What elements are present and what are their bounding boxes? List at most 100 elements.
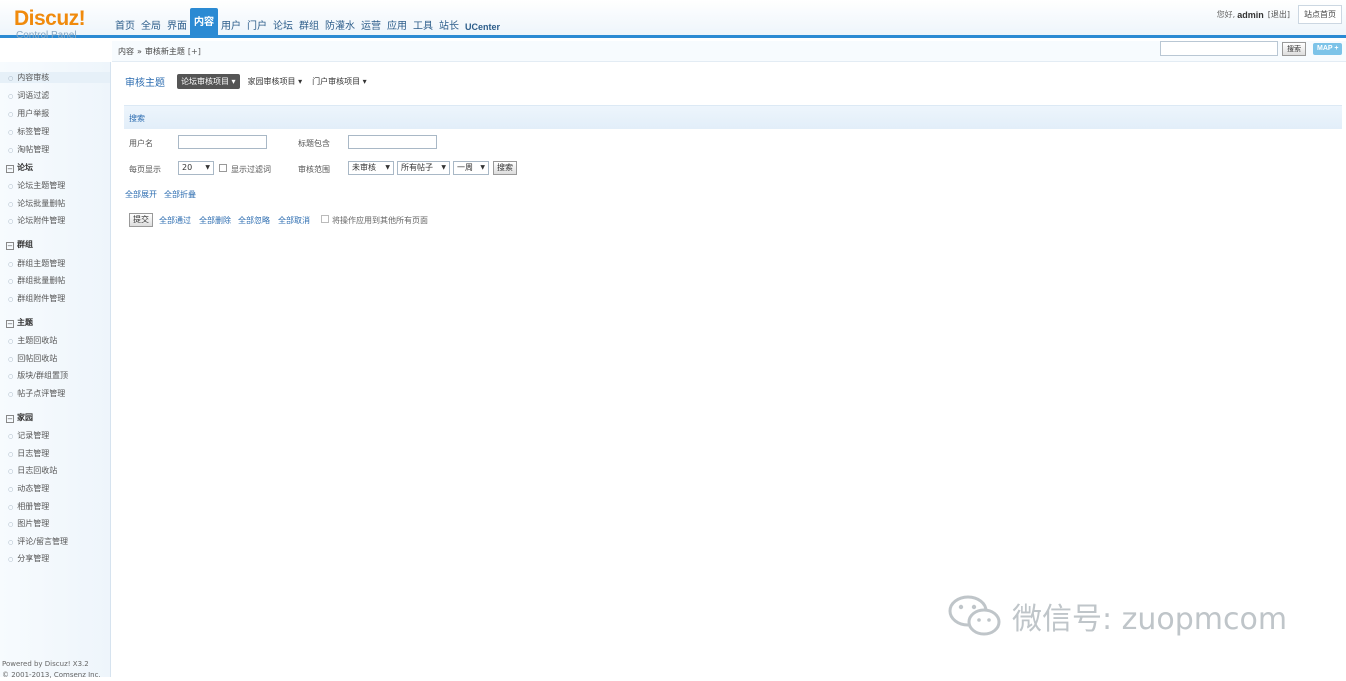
nav-home[interactable]: 首页 [112,16,138,38]
sidebar-group-thread[interactable]: − 主题 [6,317,33,328]
audit-range-label: 审核范围 [298,165,330,174]
time-range-value: 一周 [457,163,473,172]
nav-ucenter[interactable]: UCenter [462,16,503,38]
nav-tools[interactable]: 工具 [410,16,436,38]
expand-all-link[interactable]: 全部展开 [125,189,157,200]
nav-user[interactable]: 用户 [218,16,244,38]
username-input[interactable] [178,135,267,149]
logo-subtitle: Control Panel [16,30,77,41]
nav-antispam[interactable]: 防灌水 [322,16,358,38]
username-label: 用户名 [129,139,153,148]
page-title: 审核主题 [125,78,165,89]
post-type-select[interactable]: 所有帖子 ▼ [397,161,450,175]
tab-home-moderation[interactable]: 家园审核项目 ▾ [248,76,303,87]
apply-all-pages-label: 将操作应用到其他所有页面 [332,216,428,225]
top-nav: 首页 全局 界面 内容 用户 门户 论坛 群组 防灌水 运营 应用 工具 站长 … [112,8,503,38]
sidebar-item-share[interactable]: 分享管理 [8,553,49,564]
show-filtered-label: 显示过滤词 [231,165,271,174]
show-filtered-checkbox[interactable] [219,164,227,172]
collapse-all-link[interactable]: 全部折叠 [164,189,196,200]
site-home-button[interactable]: 站点首页 [1298,5,1342,24]
sidebar-item-thread-recyclebin[interactable]: 主题回收站 [8,335,57,346]
sidebar-item-group-threads[interactable]: 群组主题管理 [8,258,65,269]
status-value: 未审核 [352,163,376,172]
nav-plugin[interactable]: 应用 [384,16,410,38]
approve-all-link[interactable]: 全部通过 [159,215,191,226]
sub-header: 内容» 审核新主题 [+] 搜索 MAP + [112,41,1346,62]
footer: Powered by Discuz! X3.2 © 2001-2013, Com… [2,659,101,681]
sidebar-group-title: 群组 [17,240,33,249]
sidebar-item-forum-prune[interactable]: 论坛批量删帖 [8,198,65,209]
collapse-icon[interactable]: − [6,242,14,250]
sidebar-group-group[interactable]: − 群组 [6,239,33,250]
collapse-icon[interactable]: − [6,415,14,423]
collapse-icon[interactable]: − [6,320,14,328]
sidebar-item-forum-attachments[interactable]: 论坛附件管理 [8,215,65,226]
nav-content[interactable]: 内容 [190,8,218,38]
breadcrumb: 内容» 审核新主题 [+] [118,46,201,57]
sidebar-group-title: 论坛 [17,163,33,172]
nav-group[interactable]: 群组 [296,16,322,38]
title-contains-label: 标题包含 [298,139,330,148]
sidebar-item-reply-recyclebin[interactable]: 回帖回收站 [8,353,57,364]
nav-forum[interactable]: 论坛 [270,16,296,38]
nav-operation[interactable]: 运营 [358,16,384,38]
apply-all-pages-checkbox[interactable] [321,215,329,223]
submit-button[interactable]: 提交 [129,213,153,227]
sidebar-item-censor[interactable]: 词语过滤 [8,90,49,101]
sidebar-item-blog[interactable]: 日志管理 [8,448,49,459]
username: admin [1237,9,1264,20]
sidebar-item-feed[interactable]: 动态管理 [8,483,49,494]
breadcrumb-current: 审核新主题 [144,47,185,56]
footer-copyright: © 2001-2013, Comsenz Inc. [2,671,101,679]
search-button[interactable]: 搜索 [493,161,517,175]
status-select[interactable]: 未审核 ▼ [348,161,394,175]
post-type-value: 所有帖子 [401,163,433,172]
breadcrumb-root[interactable]: 内容 [118,47,134,56]
sidebar-item-doing[interactable]: 记录管理 [8,430,49,441]
nav-global[interactable]: 全局 [138,16,164,38]
tab-portal-moderation[interactable]: 门户审核项目 ▾ [312,76,367,87]
nav-portal[interactable]: 门户 [244,16,270,38]
user-bar: 您好, admin [退出] 站点首页 [1217,5,1342,24]
wechat-watermark: 微信号: zuopmcom [946,593,1287,639]
dropdown-arrow-icon: ▼ [205,164,210,171]
per-page-select[interactable]: 20 ▼ [178,161,214,175]
title-row: 审核主题 论坛审核项目 ▾ 家园审核项目 ▾ 门户审核项目 ▾ [125,74,377,89]
admin-search-button[interactable]: 搜索 [1282,42,1306,56]
sidebar-item-tags[interactable]: 标签管理 [8,126,49,137]
dropdown-arrow-icon: ▼ [385,164,390,171]
sidebar-item-comment[interactable]: 评论/留言管理 [8,536,68,547]
sidebar-item-group-prune[interactable]: 群组批量删帖 [8,275,65,286]
tab-forum-moderation[interactable]: 论坛审核项目 ▾ [177,74,240,89]
per-page-value: 20 [182,163,193,172]
sidebar-item-pic[interactable]: 图片管理 [8,518,49,529]
sidebar-group-forum[interactable]: − 论坛 [6,162,33,173]
map-button[interactable]: MAP + [1313,43,1343,55]
sidebar-item-forum-threads[interactable]: 论坛主题管理 [8,180,65,191]
logo[interactable]: Discuz! Control Panel [14,8,86,42]
sidebar-item-moderation[interactable]: 内容审核 [0,72,110,83]
sidebar-item-report[interactable]: 用户举报 [8,108,49,119]
sidebar: 内容审核 词语过滤 用户举报 标签管理 淘帖管理 −论坛 论坛主题管理 论坛批量… [0,62,111,677]
logout-link[interactable]: [退出] [1268,9,1290,20]
add-shortcut-link[interactable]: [+] [188,47,201,56]
title-contains-input[interactable] [348,135,437,149]
nav-founder[interactable]: 站长 [436,16,462,38]
delete-all-link[interactable]: 全部删除 [199,215,231,226]
sidebar-item-blog-recyclebin[interactable]: 日志回收站 [8,465,57,476]
dropdown-arrow-icon: ▼ [441,164,446,171]
sidebar-item-group-attachments[interactable]: 群组附件管理 [8,293,65,304]
collapse-icon[interactable]: − [6,165,14,173]
sidebar-item-comments[interactable]: 帖子点评管理 [8,388,65,399]
ignore-all-link[interactable]: 全部忽略 [238,215,270,226]
sidebar-item-sticky[interactable]: 版块/群组置顶 [8,370,68,381]
sidebar-group-home[interactable]: − 家园 [6,412,33,423]
footer-powered: Powered by Discuz! X3.2 [2,660,89,668]
cancel-all-link[interactable]: 全部取消 [278,215,310,226]
time-range-select[interactable]: 一周 ▼ [453,161,489,175]
admin-search-input[interactable] [1160,41,1278,56]
sidebar-item-album[interactable]: 相册管理 [8,501,49,512]
nav-style[interactable]: 界面 [164,16,190,38]
sidebar-item-collection[interactable]: 淘帖管理 [8,144,49,155]
